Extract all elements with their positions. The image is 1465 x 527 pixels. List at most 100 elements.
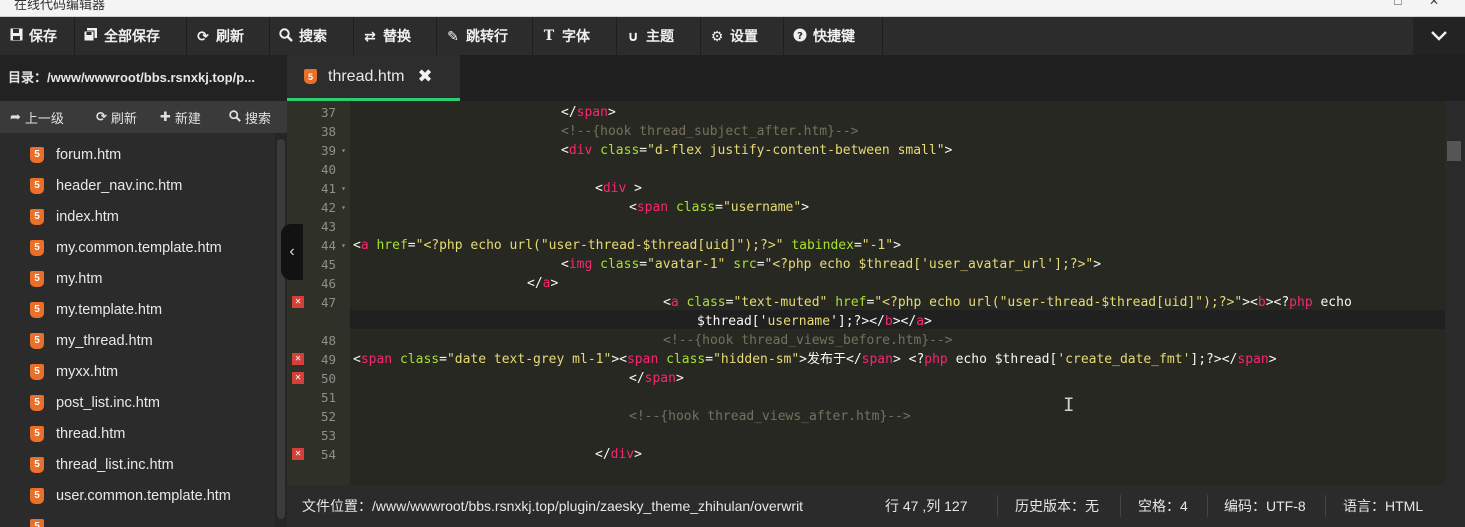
code-line[interactable]: </span> — [561, 103, 616, 122]
line-number-text: 37 — [320, 105, 336, 120]
file-name: my.common.template.htm — [56, 239, 222, 256]
line-number: ✕ 49 — [287, 350, 350, 369]
code-line[interactable]: <!--{hook thread_views_before.htm}--> — [663, 331, 953, 350]
indent-status[interactable]: 空格：4 — [1138, 485, 1188, 527]
code-line[interactable]: <a href="<?php echo url("user-thread-$th… — [353, 236, 901, 255]
fold-arrow-icon[interactable]: ▾ — [341, 141, 346, 160]
code-token: span — [861, 352, 893, 367]
sidebar-toggle-button[interactable]: ‹ — [281, 224, 303, 280]
code-line[interactable]: <div > — [595, 179, 642, 198]
encoding-status[interactable]: 编码：UTF-8 — [1224, 485, 1306, 527]
code-editor[interactable]: 37 38 39 ▾ 40 41 ▾ 42 ▾ 43 44 ▾ 45 46 ✕ 47 48 ✕ 49 ✕ 50 51 52 5… — [287, 101, 1465, 485]
close-icon[interactable]: ✖ — [417, 66, 432, 87]
file-item[interactable]: 5 post_list.inc.htm — [0, 387, 275, 418]
error-marker-icon[interactable]: ✕ — [292, 448, 304, 460]
code-line[interactable]: <span class="date text-grey ml-1"><span … — [353, 350, 1277, 369]
error-marker-icon[interactable]: ✕ — [292, 372, 304, 384]
line-number: ✕ 47 — [287, 293, 350, 312]
font-icon: T — [543, 28, 555, 44]
code-token: "-1" — [861, 238, 894, 253]
html5-file-icon: 5 — [30, 394, 44, 411]
code-line[interactable]: </a> — [527, 274, 558, 293]
code-token: > — [607, 105, 616, 120]
editor-scrollbar[interactable] — [1445, 101, 1465, 485]
refresh-icon: ⟳ — [197, 27, 209, 44]
file-item[interactable]: 5 myxx.htm — [0, 356, 275, 387]
error-marker-icon[interactable]: ✕ — [292, 296, 304, 308]
text-cursor-icon: I — [1063, 394, 1075, 416]
sidebar-scroll-thumb[interactable] — [277, 139, 285, 519]
file-item[interactable]: 5 my.template.htm — [0, 294, 275, 325]
code-token: b — [884, 314, 893, 329]
file-name: my_thread.htm — [56, 332, 153, 349]
html5-file-icon: 5 — [30, 301, 44, 318]
file-item[interactable]: 5 my_thread.htm — [0, 325, 275, 356]
tab-thread-htm[interactable]: 5 thread.htm ✖ — [287, 55, 460, 101]
code-line[interactable]: <span class="username"> — [629, 198, 809, 217]
error-marker-icon[interactable]: ✕ — [292, 353, 304, 365]
code-token: a — [670, 295, 679, 310]
theme-button[interactable]: ∪ 主题 — [617, 17, 701, 55]
file-name: myxx.htm — [56, 363, 119, 380]
file-item[interactable]: 5 my.htm — [0, 263, 275, 294]
replace-label: 替换 — [383, 28, 411, 44]
line-number-text: 45 — [320, 257, 336, 272]
code-token: ></ — [892, 314, 917, 329]
refresh-button[interactable]: ⟳ 刷新 — [187, 17, 270, 55]
fold-arrow-icon[interactable]: ▾ — [341, 179, 346, 198]
code-line[interactable]: </div> — [595, 445, 642, 464]
code-token: < — [619, 352, 627, 367]
line-number: ✕ 50 — [287, 369, 350, 388]
file-item[interactable]: 5 my.common.template.htm — [0, 232, 275, 263]
font-button[interactable]: T 字体 — [533, 17, 617, 55]
html5-file-icon: 5 — [30, 518, 44, 527]
settings-button[interactable]: ⚙ 设置 — [701, 17, 784, 55]
code-line[interactable]: <!--{hook thread_views_after.htm}--> — [629, 407, 911, 426]
save-all-button[interactable]: 全部保存 — [75, 17, 187, 55]
code-token: "<?php echo url("user-thread-$thread[uid… — [415, 238, 784, 253]
editor-scroll-thumb[interactable] — [1447, 141, 1461, 161]
html5-file-icon: 5 — [30, 425, 44, 442]
search-button[interactable]: 搜索 — [270, 17, 354, 55]
code-line[interactable]: <div class="d-flex justify-content-betwe… — [561, 141, 952, 160]
code-line[interactable]: <!--{hook thread_subject_after.htm}--> — [561, 122, 858, 141]
file-item[interactable]: 5 thread_list.inc.htm — [0, 449, 275, 480]
window-controls[interactable]: □ ✕ — [1394, 0, 1451, 8]
sidebar-scrollbar[interactable] — [275, 133, 287, 527]
replace-button[interactable]: ⇄ 替换 — [354, 17, 437, 55]
file-item[interactable]: 5 thread.htm — [0, 418, 275, 449]
code-token: href — [835, 295, 867, 310]
code-line[interactable]: </span> — [629, 369, 684, 388]
file-item[interactable]: 5 — [0, 511, 275, 527]
fold-arrow-icon[interactable]: ▾ — [341, 198, 346, 217]
code-token: > — [634, 447, 642, 462]
code-token: <? — [1273, 295, 1290, 310]
chevron-down-icon — [1431, 31, 1447, 41]
history-status[interactable]: 历史版本：无 — [1015, 485, 1099, 527]
parent-directory-button[interactable]: ➦ 上一级 — [10, 101, 64, 133]
shortcuts-button[interactable]: ? 快捷键 — [784, 17, 883, 55]
file-item[interactable]: 5 index.htm — [0, 201, 275, 232]
sidebar-refresh-button[interactable]: ⟳ 刷新 — [96, 101, 137, 133]
code-token: > <? — [892, 352, 925, 367]
code-token: username — [767, 314, 831, 329]
code-line[interactable]: <a class="text-muted" href="<?php echo u… — [663, 293, 1352, 312]
code-line[interactable]: $thread['username'];?></b></a> — [697, 312, 932, 331]
file-item[interactable]: 5 user.common.template.htm — [0, 480, 275, 511]
code-token: > — [550, 276, 559, 291]
fold-arrow-icon[interactable]: ▾ — [341, 236, 346, 255]
new-file-button[interactable]: ✚ 新建 — [160, 101, 201, 133]
file-item[interactable]: 5 forum.htm — [0, 139, 275, 170]
chevron-left-icon: ‹ — [289, 243, 295, 260]
goto-line-button[interactable]: ✎ 跳转行 — [437, 17, 533, 55]
line-number: 41 ▾ — [287, 179, 350, 198]
save-button[interactable]: 保存 — [0, 17, 75, 55]
sidebar-search-button[interactable]: 搜索 — [229, 101, 271, 133]
code-line[interactable]: <img class="avatar-1" src="<?php echo $t… — [561, 255, 1101, 274]
code-token: "<?php echo url("user-thread-$thread[uid… — [874, 295, 1243, 310]
code-token: class — [666, 352, 706, 367]
toolbar-collapse-button[interactable] — [1413, 17, 1465, 55]
file-item[interactable]: 5 header_nav.inc.htm — [0, 170, 275, 201]
language-status[interactable]: 语言：HTML — [1343, 485, 1423, 527]
cursor-position-status[interactable]: 行 47 ,列 127 — [885, 485, 968, 527]
